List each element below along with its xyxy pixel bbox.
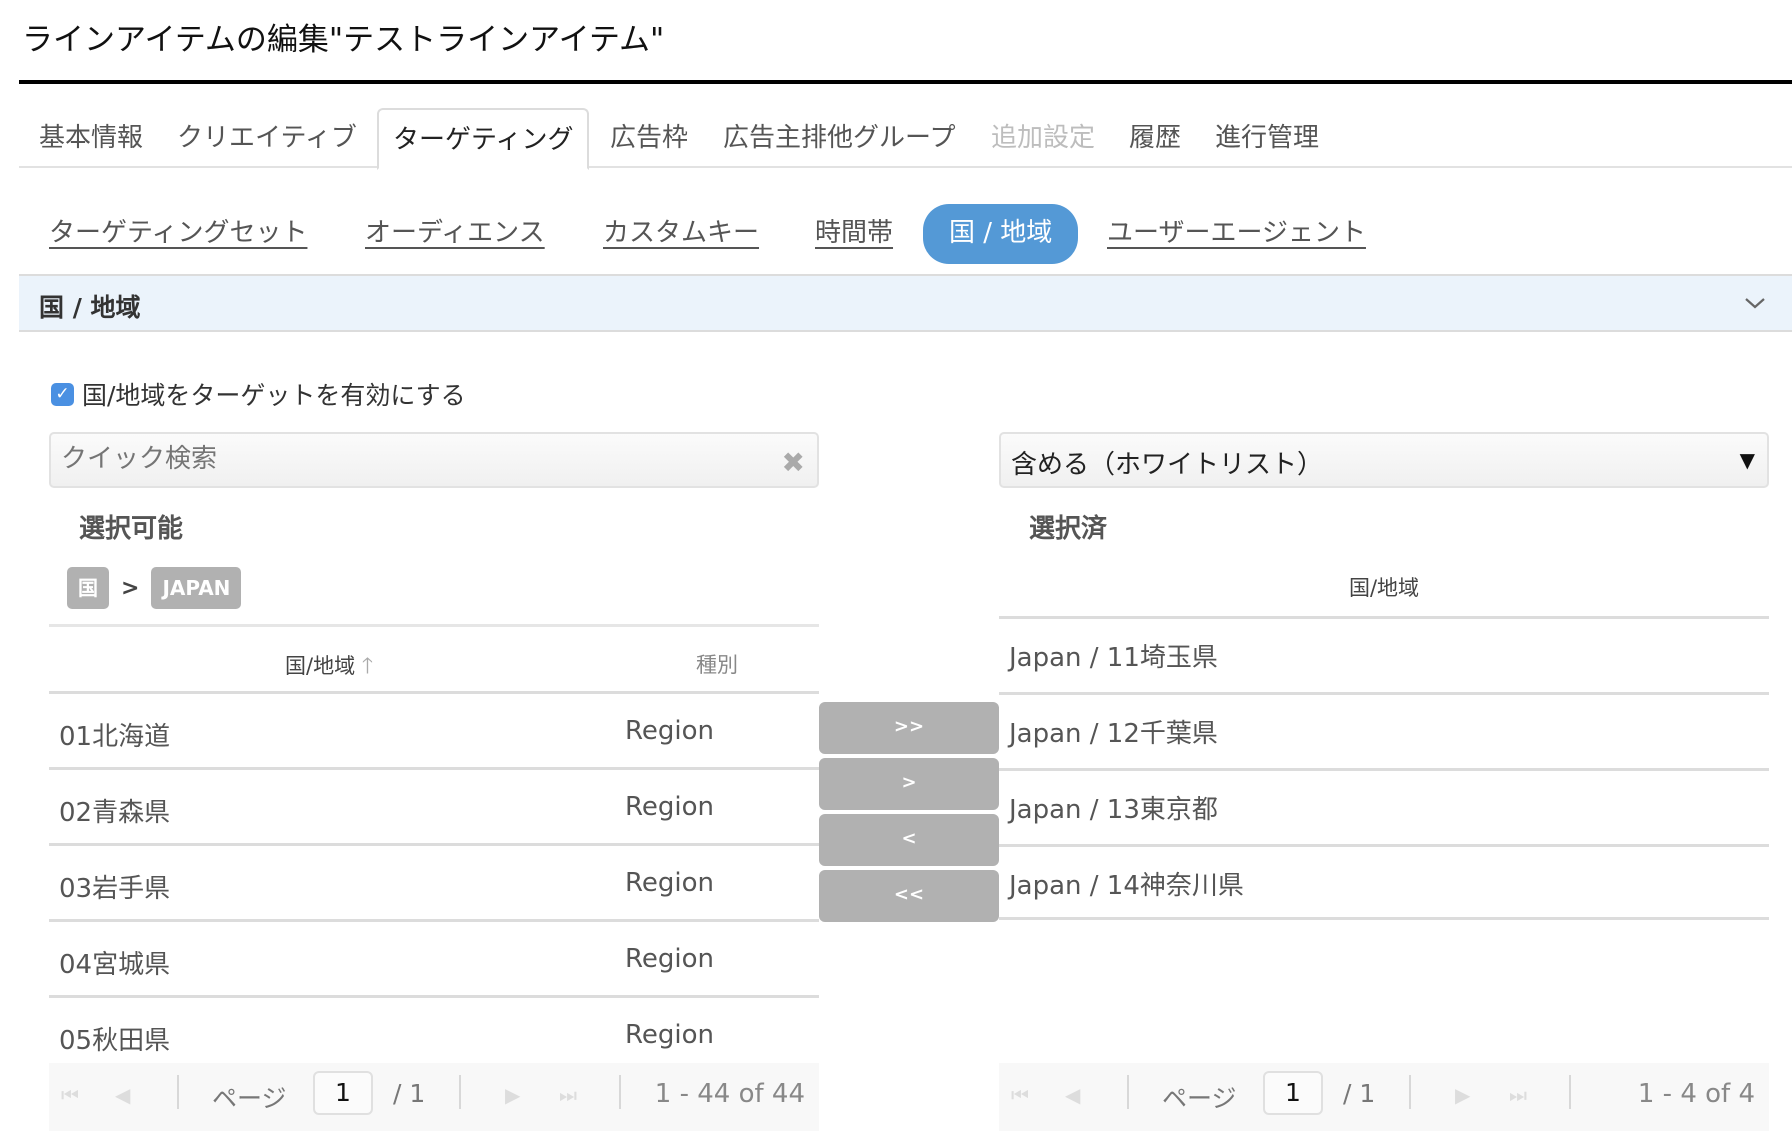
row-name: Japan / 12千葉県 <box>1009 719 1218 749</box>
row-type: Region <box>625 716 715 746</box>
available-pager: ⏮ ◀ ページ 1 / 1 ▶ ⏭ 1 - 44 of 44 <box>49 1063 819 1131</box>
section-header[interactable]: 国 / 地域 <box>19 274 1792 332</box>
row-name: Japan / 13東京都 <box>1009 795 1218 825</box>
add-all-button[interactable]: >> <box>819 702 999 754</box>
subtab-time-of-day[interactable]: 時間帯 <box>815 208 893 260</box>
title-divider <box>19 80 1792 84</box>
next-page-icon[interactable]: ▶ <box>1455 1083 1470 1107</box>
page-label: ページ <box>212 1084 287 1113</box>
table-row[interactable]: 04宮城県 Region <box>49 922 819 998</box>
pager-divider <box>1127 1075 1129 1109</box>
tab-basic-info[interactable]: 基本情報 <box>39 108 143 168</box>
include-mode-select[interactable]: 含める（ホワイトリスト） ▼ <box>999 432 1769 488</box>
sort-ascending-icon: 🡑 <box>361 654 374 679</box>
quick-search-field[interactable]: ✖ <box>49 432 819 488</box>
row-type: Region <box>625 868 715 898</box>
enable-targeting-label[interactable]: 国/地域をターゲットを有効にする <box>82 376 466 412</box>
table-row[interactable]: Japan / 12千葉県 <box>999 692 1769 768</box>
row-type: Region <box>625 1020 715 1050</box>
first-page-icon[interactable]: ⏮ <box>61 1083 79 1107</box>
tab-inventory[interactable]: 広告枠 <box>610 108 688 168</box>
tab-additional-settings: 追加設定 <box>991 123 1096 153</box>
chevron-down-icon[interactable] <box>1744 292 1766 314</box>
last-page-icon[interactable]: ⏭ <box>1509 1083 1527 1107</box>
enable-targeting-row[interactable]: ✓ 国/地域をターゲットを有効にする <box>51 378 466 410</box>
pager-divider <box>1409 1075 1411 1109</box>
prev-page-icon[interactable]: ◀ <box>115 1083 130 1107</box>
tab-targeting[interactable]: ターゲティング <box>377 108 590 170</box>
caret-down-icon[interactable]: ▼ <box>1740 448 1755 472</box>
row-name: 01北海道 <box>59 722 171 752</box>
record-count: 1 - 44 of 44 <box>654 1079 805 1109</box>
table-row[interactable]: 02青森県 Region <box>49 770 819 846</box>
available-table-header: 国/地域 🡑 種別 <box>49 624 819 694</box>
pager-divider <box>1569 1075 1571 1109</box>
subtab-targeting-set[interactable]: ターゲティングセット <box>49 208 307 260</box>
tab-creative[interactable]: クリエイティブ <box>177 108 357 168</box>
row-name: Japan / 11埼玉県 <box>1009 643 1218 673</box>
column-header-type[interactable]: 種別 <box>696 649 738 679</box>
include-mode-value: 含める（ホワイトリスト） <box>1011 450 1324 480</box>
subtab-custom-key[interactable]: カスタムキー <box>603 208 759 260</box>
pager-divider <box>619 1075 621 1109</box>
row-type: Region <box>625 792 715 822</box>
prev-page-icon[interactable]: ◀ <box>1065 1083 1080 1107</box>
column-header-country[interactable]: 国/地域 🡑 <box>285 649 373 687</box>
next-page-icon[interactable]: ▶ <box>505 1083 520 1107</box>
tab-advertiser-exclusion-group[interactable]: 広告主排他グループ <box>723 108 955 168</box>
add-selected-button[interactable]: > <box>819 758 999 810</box>
tab-progress-management[interactable]: 進行管理 <box>1215 108 1319 168</box>
row-name: Japan / 14神奈川県 <box>1009 871 1244 901</box>
total-pages: / 1 <box>1343 1079 1376 1108</box>
column-header-selected-country[interactable]: 国/地域 <box>999 572 1769 602</box>
subtab-audience[interactable]: オーディエンス <box>365 208 545 260</box>
record-count: 1 - 4 of 4 <box>1637 1079 1755 1109</box>
last-page-icon[interactable]: ⏭ <box>559 1083 577 1107</box>
subtab-country-region[interactable]: 国 / 地域 <box>923 204 1079 264</box>
table-row[interactable]: 01北海道 Region <box>49 694 819 770</box>
table-row[interactable]: Japan / 13東京都 <box>999 768 1769 844</box>
row-name: 04宮城県 <box>59 950 171 980</box>
subtab-user-agent[interactable]: ユーザーエージェント <box>1107 208 1366 260</box>
row-name: 02青森県 <box>59 798 171 828</box>
selected-label: 選択済 <box>1029 514 1108 544</box>
table-row[interactable]: Japan / 14神奈川県 <box>999 844 1769 920</box>
page-title: ラインアイテムの編集"テストラインアイテム" <box>22 22 665 58</box>
page-number-input[interactable]: 1 <box>1263 1071 1323 1115</box>
selected-table: 国/地域 Japan / 11埼玉県 Japan / 12千葉県 Japan /… <box>999 576 1769 920</box>
row-name: 05秋田県 <box>59 1026 171 1056</box>
section-title: 国 / 地域 <box>39 293 141 322</box>
quick-search-input[interactable] <box>61 444 751 474</box>
remove-selected-button[interactable]: < <box>819 814 999 866</box>
enable-targeting-checkbox[interactable]: ✓ <box>51 382 74 406</box>
column-header-country-label: 国/地域 <box>285 654 356 678</box>
breadcrumb-japan[interactable]: JAPAN <box>151 567 242 609</box>
selected-pager: ⏮ ◀ ページ 1 / 1 ▶ ⏭ 1 - 4 of 4 <box>999 1063 1769 1131</box>
page-number-input[interactable]: 1 <box>313 1071 373 1115</box>
main-tabs: 基本情報 クリエイティブ ターゲティング 広告枠 広告主排他グループ 追加設定 … <box>19 108 1792 170</box>
remove-all-button[interactable]: << <box>819 870 999 922</box>
breadcrumb-separator: > <box>121 575 140 601</box>
pager-divider <box>459 1075 461 1109</box>
breadcrumb-country[interactable]: 国 <box>67 567 109 609</box>
first-page-icon[interactable]: ⏮ <box>1011 1083 1029 1107</box>
row-name: 03岩手県 <box>59 874 171 904</box>
breadcrumb: 国 > JAPAN <box>67 567 242 609</box>
pager-divider <box>177 1075 179 1109</box>
row-type: Region <box>625 944 715 974</box>
page-label: ページ <box>1162 1084 1237 1113</box>
tab-history[interactable]: 履歴 <box>1129 108 1181 168</box>
table-row[interactable]: 03岩手県 Region <box>49 846 819 922</box>
available-label: 選択可能 <box>79 514 184 544</box>
available-table: 国/地域 🡑 種別 01北海道 Region 02青森県 Region 03岩手… <box>49 624 819 1074</box>
total-pages: / 1 <box>393 1079 426 1108</box>
clear-icon[interactable]: ✖ <box>782 446 805 479</box>
table-row[interactable]: Japan / 11埼玉県 <box>999 616 1769 692</box>
